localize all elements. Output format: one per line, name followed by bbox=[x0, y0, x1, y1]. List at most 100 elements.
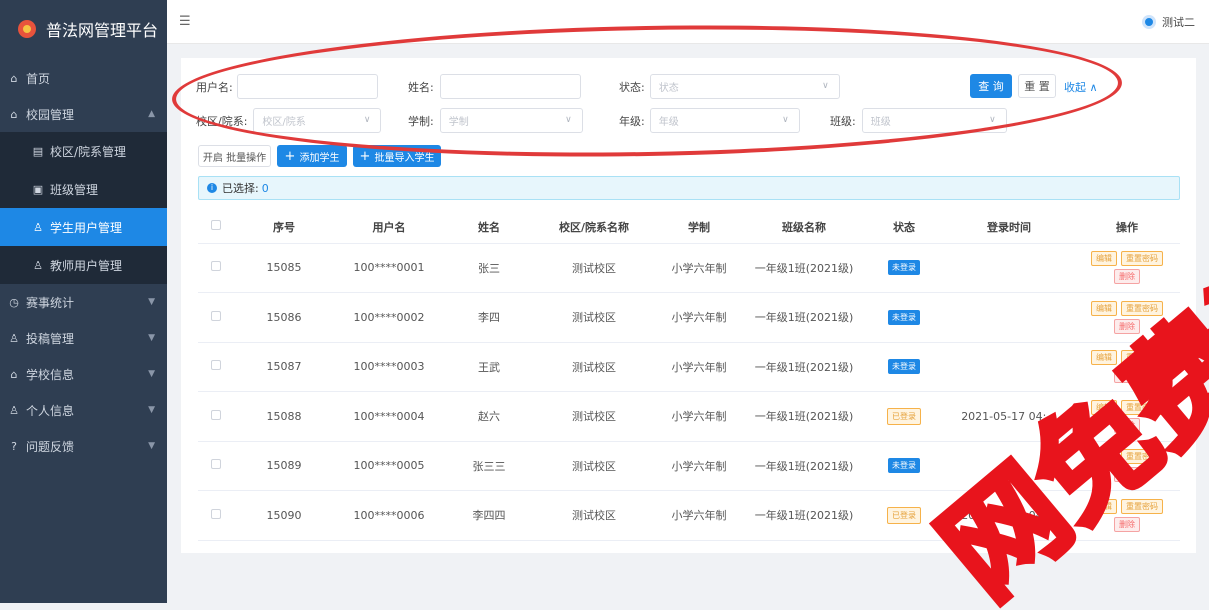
filter-class: 班级: 班级 ∨ bbox=[830, 108, 1007, 133]
edit-button[interactable]: 编辑 bbox=[1091, 449, 1117, 465]
menu-toggle-icon[interactable]: ☰ bbox=[179, 14, 191, 29]
table-row[interactable]: 15089 100****0005 张三三 测试校区 小学六年制 一年级1班(2… bbox=[198, 441, 1180, 491]
filter-grade: 年级: 年级 ∨ bbox=[619, 108, 800, 133]
import-students-label: 批量导入学生 bbox=[374, 152, 435, 164]
sidebar-item-campus-dept[interactable]: ▤ 校区/院系管理 bbox=[0, 132, 167, 170]
user-icon: ♙ bbox=[9, 331, 19, 345]
selection-count: 0 bbox=[261, 181, 269, 195]
cell-operations: 编辑 重置密码 删除 bbox=[1074, 490, 1180, 541]
table-row[interactable]: 15090 100****0006 李四四 测试校区 小学六年制 一年级1班(2… bbox=[198, 490, 1180, 541]
delete-button[interactable]: 删除 bbox=[1114, 318, 1140, 334]
user-menu[interactable]: 测试二 bbox=[1142, 14, 1195, 30]
chevron-down-icon: ∨ bbox=[565, 115, 572, 125]
row-checkbox[interactable] bbox=[211, 310, 221, 321]
sidebar-item-student-users[interactable]: ♙ 学生用户管理 bbox=[0, 208, 167, 246]
sidebar-item-campus-management[interactable]: ⌂ 校园管理 ▲ bbox=[0, 96, 167, 132]
sidebar-item-submissions[interactable]: ♙ 投稿管理 ▼ bbox=[0, 320, 167, 356]
reset-button[interactable]: 重 置 bbox=[1018, 74, 1056, 98]
sidebar-item-home[interactable]: ⌂ 首页 bbox=[0, 60, 167, 96]
top-header: ☰ 测试二 bbox=[167, 0, 1209, 44]
cell-class: 一年级1班(2021级) bbox=[744, 391, 864, 442]
edit-button[interactable]: 编辑 bbox=[1091, 350, 1117, 366]
cell-status: 未登录 bbox=[864, 243, 944, 293]
plus-icon: + bbox=[359, 148, 371, 164]
grade-select[interactable]: 年级 ∨ bbox=[649, 108, 800, 133]
cell-campus: 测试校区 bbox=[534, 441, 654, 491]
help-icon: ? bbox=[11, 439, 17, 453]
sidebar-item-label: 学生用户管理 bbox=[50, 220, 123, 235]
sidebar-item-statistics[interactable]: ◷ 赛事统计 ▼ bbox=[0, 284, 167, 320]
sidebar-item-label: 赛事统计 bbox=[26, 295, 75, 310]
selection-label: 已选择: bbox=[222, 182, 259, 195]
row-checkbox[interactable] bbox=[211, 508, 221, 519]
col-name[interactable]: 姓名 bbox=[444, 211, 534, 244]
table-header-row: 序号 用户名 姓名 校区/院系名称 学制 班级名称 状态 登录时间 操作 bbox=[198, 211, 1180, 244]
grade-label: 年级: bbox=[619, 114, 645, 128]
table-row[interactable]: 15088 100****0004 赵六 测试校区 小学六年制 一年级1班(20… bbox=[198, 391, 1180, 442]
cell-status: 未登录 bbox=[864, 292, 944, 343]
select-all-cell bbox=[198, 211, 234, 244]
table-row[interactable]: 15086 100****0002 李四 测试校区 小学六年制 一年级1班(20… bbox=[198, 292, 1180, 343]
edit-button[interactable]: 编辑 bbox=[1091, 300, 1117, 316]
col-id[interactable]: 序号 bbox=[234, 211, 334, 244]
col-class[interactable]: 班级名称 bbox=[744, 211, 864, 244]
table-row[interactable]: 15085 100****0001 张三 测试校区 小学六年制 一年级1班(20… bbox=[198, 243, 1180, 293]
row-checkbox[interactable] bbox=[211, 459, 221, 470]
edit-button[interactable]: 编辑 bbox=[1091, 251, 1117, 267]
cell-class: 一年级1班(2021级) bbox=[744, 490, 864, 541]
chevron-up-icon: ▲ bbox=[148, 109, 155, 119]
status-select[interactable]: 状态 ∨ bbox=[649, 74, 840, 99]
reset-password-button[interactable]: 重置密码 bbox=[1121, 399, 1163, 415]
class-select[interactable]: 班级 ∨ bbox=[861, 108, 1007, 133]
collapse-link[interactable]: 收起 ∧ bbox=[1064, 79, 1098, 95]
filter-row-1: 用户名: bbox=[196, 74, 378, 99]
col-system[interactable]: 学制 bbox=[654, 211, 744, 244]
delete-button[interactable]: 删除 bbox=[1114, 467, 1140, 483]
campus-select[interactable]: 校区/院系 ∨ bbox=[253, 108, 382, 133]
import-students-button[interactable]: + 批量导入学生 bbox=[353, 145, 441, 167]
sidebar-item-school-info[interactable]: ⌂ 学校信息 ▼ bbox=[0, 356, 167, 392]
chevron-down-icon: ▼ bbox=[148, 369, 155, 379]
table-row[interactable]: 15087 100****0003 王武 测试校区 小学六年制 一年级1班(20… bbox=[198, 342, 1180, 392]
delete-button[interactable]: 删除 bbox=[1114, 368, 1140, 384]
cell-name: 张三三 bbox=[444, 441, 534, 491]
sidebar-item-personal-info[interactable]: ♙ 个人信息 ▼ bbox=[0, 392, 167, 428]
reset-password-button[interactable]: 重置密码 bbox=[1121, 300, 1163, 316]
sidebar-item-teacher-users[interactable]: ♙ 教师用户管理 bbox=[0, 246, 167, 284]
reset-password-button[interactable]: 重置密码 bbox=[1121, 350, 1163, 366]
filter-name: 姓名: bbox=[408, 74, 581, 99]
col-campus[interactable]: 校区/院系名称 bbox=[534, 211, 654, 244]
filter-campus: 校区/院系: 校区/院系 ∨ bbox=[196, 108, 382, 133]
table-body: 15085 100****0001 张三 测试校区 小学六年制 一年级1班(20… bbox=[198, 243, 1180, 541]
row-checkbox[interactable] bbox=[211, 360, 221, 371]
delete-button[interactable]: 删除 bbox=[1114, 417, 1140, 433]
row-checkbox[interactable] bbox=[211, 409, 221, 420]
app-brand[interactable]: 普法网管理平台 bbox=[0, 0, 167, 58]
delete-button[interactable]: 删除 bbox=[1114, 516, 1140, 532]
edit-button[interactable]: 编辑 bbox=[1091, 498, 1117, 514]
user-icon: ♙ bbox=[33, 258, 43, 272]
cell-campus: 测试校区 bbox=[534, 342, 654, 392]
edit-button[interactable]: 编辑 bbox=[1091, 399, 1117, 415]
col-username[interactable]: 用户名 bbox=[334, 211, 444, 244]
sidebar-item-feedback[interactable]: ? 问题反馈 ▼ bbox=[0, 428, 167, 464]
reset-password-button[interactable]: 重置密码 bbox=[1121, 251, 1163, 267]
status-badge: 未登录 bbox=[888, 260, 920, 276]
chevron-down-icon: ∨ bbox=[363, 115, 371, 125]
system-select[interactable]: 学制 ∨ bbox=[439, 108, 583, 133]
add-student-button[interactable]: + 添加学生 bbox=[277, 145, 347, 167]
username-input[interactable] bbox=[236, 74, 378, 99]
batch-operation-button[interactable]: 开启 批量操作 bbox=[198, 145, 271, 167]
reset-password-button[interactable]: 重置密码 bbox=[1121, 449, 1163, 465]
reset-password-button[interactable]: 重置密码 bbox=[1121, 498, 1163, 514]
cell-operations: 编辑 重置密码 删除 bbox=[1074, 441, 1180, 491]
chevron-down-icon: ▼ bbox=[148, 441, 155, 451]
col-login-time[interactable]: 登录时间 bbox=[944, 211, 1074, 244]
sidebar-item-class[interactable]: ▣ 班级管理 bbox=[0, 170, 167, 208]
select-all-checkbox[interactable] bbox=[211, 220, 221, 231]
row-checkbox[interactable] bbox=[211, 261, 221, 272]
query-button[interactable]: 查 询 bbox=[970, 74, 1012, 98]
delete-button[interactable]: 删除 bbox=[1114, 269, 1140, 285]
col-status[interactable]: 状态 bbox=[864, 211, 944, 244]
name-input[interactable] bbox=[439, 74, 581, 99]
